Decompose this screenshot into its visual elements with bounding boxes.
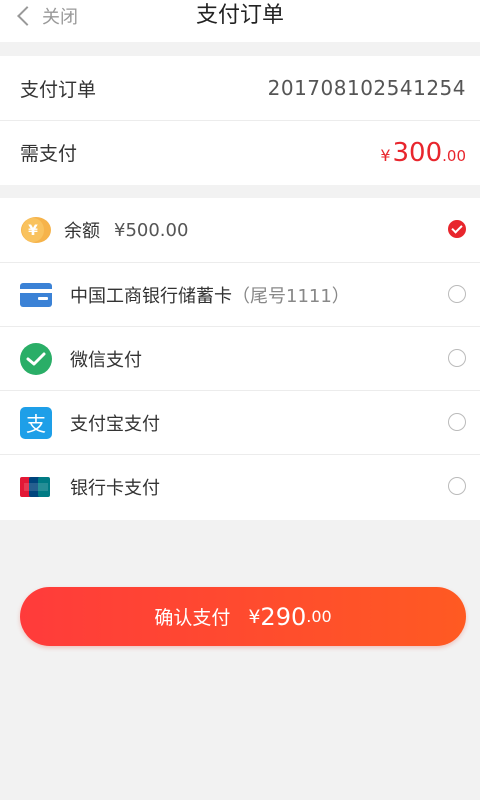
method-label: 银行卡支付 bbox=[70, 477, 160, 499]
method-balance[interactable]: ¥ 余额 ¥500.00 bbox=[0, 198, 480, 262]
confirm-amount-int: 290 bbox=[260, 602, 307, 631]
radio-checked-icon[interactable] bbox=[448, 220, 466, 238]
order-number-row: 支付订单 201708102541254 bbox=[0, 56, 480, 120]
pay-amount-int: 300 bbox=[392, 137, 443, 168]
balance-amount: ¥500.00 bbox=[114, 219, 189, 241]
bank-card-icon bbox=[20, 279, 52, 311]
radio-unchecked-icon[interactable] bbox=[448, 413, 466, 431]
pay-currency: ¥ bbox=[380, 145, 391, 165]
method-label: 微信支付 bbox=[70, 349, 142, 371]
wechat-icon bbox=[20, 342, 52, 375]
pay-label: 需支付 bbox=[20, 143, 78, 165]
method-bank-card[interactable]: 中国工商银行储蓄卡 （尾号1111） bbox=[0, 262, 480, 326]
method-alipay[interactable]: 支 支付宝支付 bbox=[0, 390, 480, 454]
radio-unchecked-icon[interactable] bbox=[448, 349, 466, 367]
payment-methods: ¥ 余额 ¥500.00 中国工商银行储蓄卡 （尾号1111） 微信支付 支 支… bbox=[0, 198, 480, 520]
svg-text:支: 支 bbox=[26, 412, 46, 436]
pay-amount-row: 需支付 ¥ 300 .00 bbox=[0, 120, 480, 184]
svg-text:¥: ¥ bbox=[28, 223, 38, 239]
method-label: 余额 bbox=[64, 221, 100, 242]
confirm-amount-dec: .00 bbox=[306, 607, 332, 626]
method-unionpay[interactable]: 银行卡支付 bbox=[0, 454, 480, 518]
alipay-icon: 支 bbox=[20, 406, 52, 439]
method-label: 支付宝支付 bbox=[70, 413, 160, 435]
page-title: 支付订单 bbox=[195, 3, 284, 28]
coin-icon: ¥ bbox=[20, 214, 52, 246]
unionpay-icon bbox=[20, 471, 52, 503]
confirm-pay-button[interactable]: 确认支付 ¥ 290 .00 bbox=[20, 587, 466, 646]
card-tail-number: （尾号1111） bbox=[232, 285, 350, 307]
order-label: 支付订单 bbox=[20, 78, 97, 101]
method-label: 中国工商银行储蓄卡 bbox=[70, 285, 232, 307]
radio-unchecked-icon[interactable] bbox=[448, 285, 466, 303]
order-summary: 支付订单 201708102541254 需支付 ¥ 300 .00 bbox=[0, 56, 480, 185]
nav-bar: 关闭 支付订单 bbox=[0, 0, 480, 42]
confirm-currency: ¥ bbox=[248, 605, 261, 628]
radio-unchecked-icon[interactable] bbox=[448, 477, 466, 495]
pay-amount: ¥ 300 .00 bbox=[380, 138, 466, 168]
pay-amount-dec: .00 bbox=[442, 146, 466, 165]
method-wechat[interactable]: 微信支付 bbox=[0, 326, 480, 390]
order-number: 201708102541254 bbox=[267, 76, 466, 100]
confirm-label: 确认支付 bbox=[154, 607, 231, 629]
